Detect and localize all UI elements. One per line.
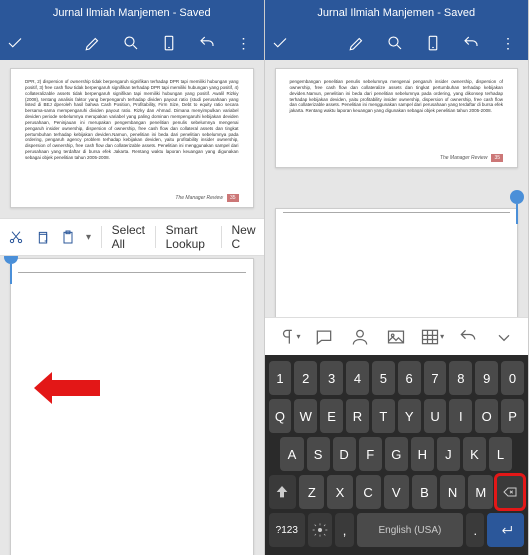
comment-icon[interactable] [311,324,337,350]
window-title: Jurnal Ilmiah Manjemen - Saved [0,0,264,26]
paste-button[interactable] [60,229,76,245]
more-icon[interactable]: ⋮ [494,28,524,58]
edit-icon[interactable] [78,28,108,58]
key-y[interactable]: Y [398,399,421,433]
enter-key[interactable] [487,513,524,547]
key-i[interactable]: I [449,399,472,433]
comma-key[interactable]: , [335,513,353,547]
key-j[interactable]: J [437,437,460,471]
main-toolbar: ⋮ [265,26,529,60]
key-v[interactable]: V [384,475,409,509]
page-footer: The Manager Review35 [440,155,503,161]
cut-button[interactable] [8,229,24,245]
undo-icon[interactable] [192,28,222,58]
key-e[interactable]: E [320,399,343,433]
document-page[interactable]: DPR, 2) dispersion of ownership tidak be… [10,68,254,208]
shift-key[interactable] [269,475,297,509]
key-n[interactable]: N [440,475,465,509]
pilcrow-icon[interactable]: ▾ [275,324,301,350]
user-icon[interactable] [347,324,373,350]
document-page[interactable]: pengembangan penelitian penulis sebelumn… [275,68,519,168]
key-6[interactable]: 6 [398,361,421,395]
mobile-view-icon[interactable] [418,28,448,58]
document-page[interactable] [275,208,519,317]
collapse-icon[interactable] [491,324,517,350]
key-f[interactable]: F [359,437,382,471]
window-title: Jurnal Ilmiah Manjemen - Saved [265,0,529,26]
key-r[interactable]: R [346,399,369,433]
key-a[interactable]: A [280,437,303,471]
key-5[interactable]: 5 [372,361,395,395]
annotation-arrow [50,380,100,396]
key-g[interactable]: G [385,437,408,471]
key-p[interactable]: P [501,399,524,433]
context-menu: ▾ Select All Smart Lookup New C [0,218,264,256]
key-d[interactable]: D [333,437,356,471]
virtual-keyboard: 1234567890 QWERTYUIOP ASDFGHJKL ZXCVBNM … [265,355,529,555]
key-9[interactable]: 9 [475,361,498,395]
key-k[interactable]: K [463,437,486,471]
key-2[interactable]: 2 [294,361,317,395]
check-icon[interactable] [4,28,26,58]
key-w[interactable]: W [294,399,317,433]
settings-key[interactable] [308,513,332,547]
key-l[interactable]: L [489,437,512,471]
key-3[interactable]: 3 [320,361,343,395]
key-0[interactable]: 0 [501,361,524,395]
key-z[interactable]: Z [299,475,324,509]
smart-lookup-button[interactable]: Smart Lookup [166,223,211,251]
key-o[interactable]: O [475,399,498,433]
spacebar-key[interactable]: English (USA) [357,513,464,547]
chevron-down-icon[interactable]: ▾ [86,232,91,243]
key-b[interactable]: B [412,475,437,509]
ruler-handle-right[interactable] [510,190,524,204]
key-u[interactable]: U [424,399,447,433]
key-1[interactable]: 1 [269,361,292,395]
select-all-button[interactable]: Select All [112,223,145,251]
key-c[interactable]: C [356,475,381,509]
search-icon[interactable] [380,28,410,58]
key-h[interactable]: H [411,437,434,471]
table-icon[interactable]: ▾ [419,324,445,350]
key-s[interactable]: S [307,437,330,471]
key-t[interactable]: T [372,399,395,433]
document-page[interactable]: The Manager Review35 [10,258,254,555]
key-4[interactable]: 4 [346,361,369,395]
edit-icon[interactable] [342,28,372,58]
undo-format-icon[interactable] [455,324,481,350]
page-footer: The Manager Review35 [175,195,238,201]
period-key[interactable]: . [466,513,484,547]
key-x[interactable]: X [327,475,352,509]
backspace-key[interactable] [496,475,524,509]
key-8[interactable]: 8 [449,361,472,395]
copy-button[interactable] [34,229,50,245]
document-area[interactable]: pengembangan penelitian penulis sebelumn… [265,60,529,317]
symbols-key[interactable]: ?123 [269,513,306,547]
undo-icon[interactable] [456,28,486,58]
ruler-line [18,272,246,273]
image-icon[interactable] [383,324,409,350]
document-area[interactable]: DPR, 2) dispersion of ownership tidak be… [0,60,264,555]
key-m[interactable]: M [468,475,493,509]
check-icon[interactable] [269,28,291,58]
more-icon[interactable]: ⋮ [230,28,260,58]
ruler-line [283,212,511,213]
search-icon[interactable] [116,28,146,58]
mobile-view-icon[interactable] [154,28,184,58]
key-7[interactable]: 7 [424,361,447,395]
new-comment-button[interactable]: New C [232,223,256,251]
key-q[interactable]: Q [269,399,292,433]
main-toolbar: ⋮ [0,26,264,60]
format-tabbar: ▾ ▾ [265,317,529,355]
